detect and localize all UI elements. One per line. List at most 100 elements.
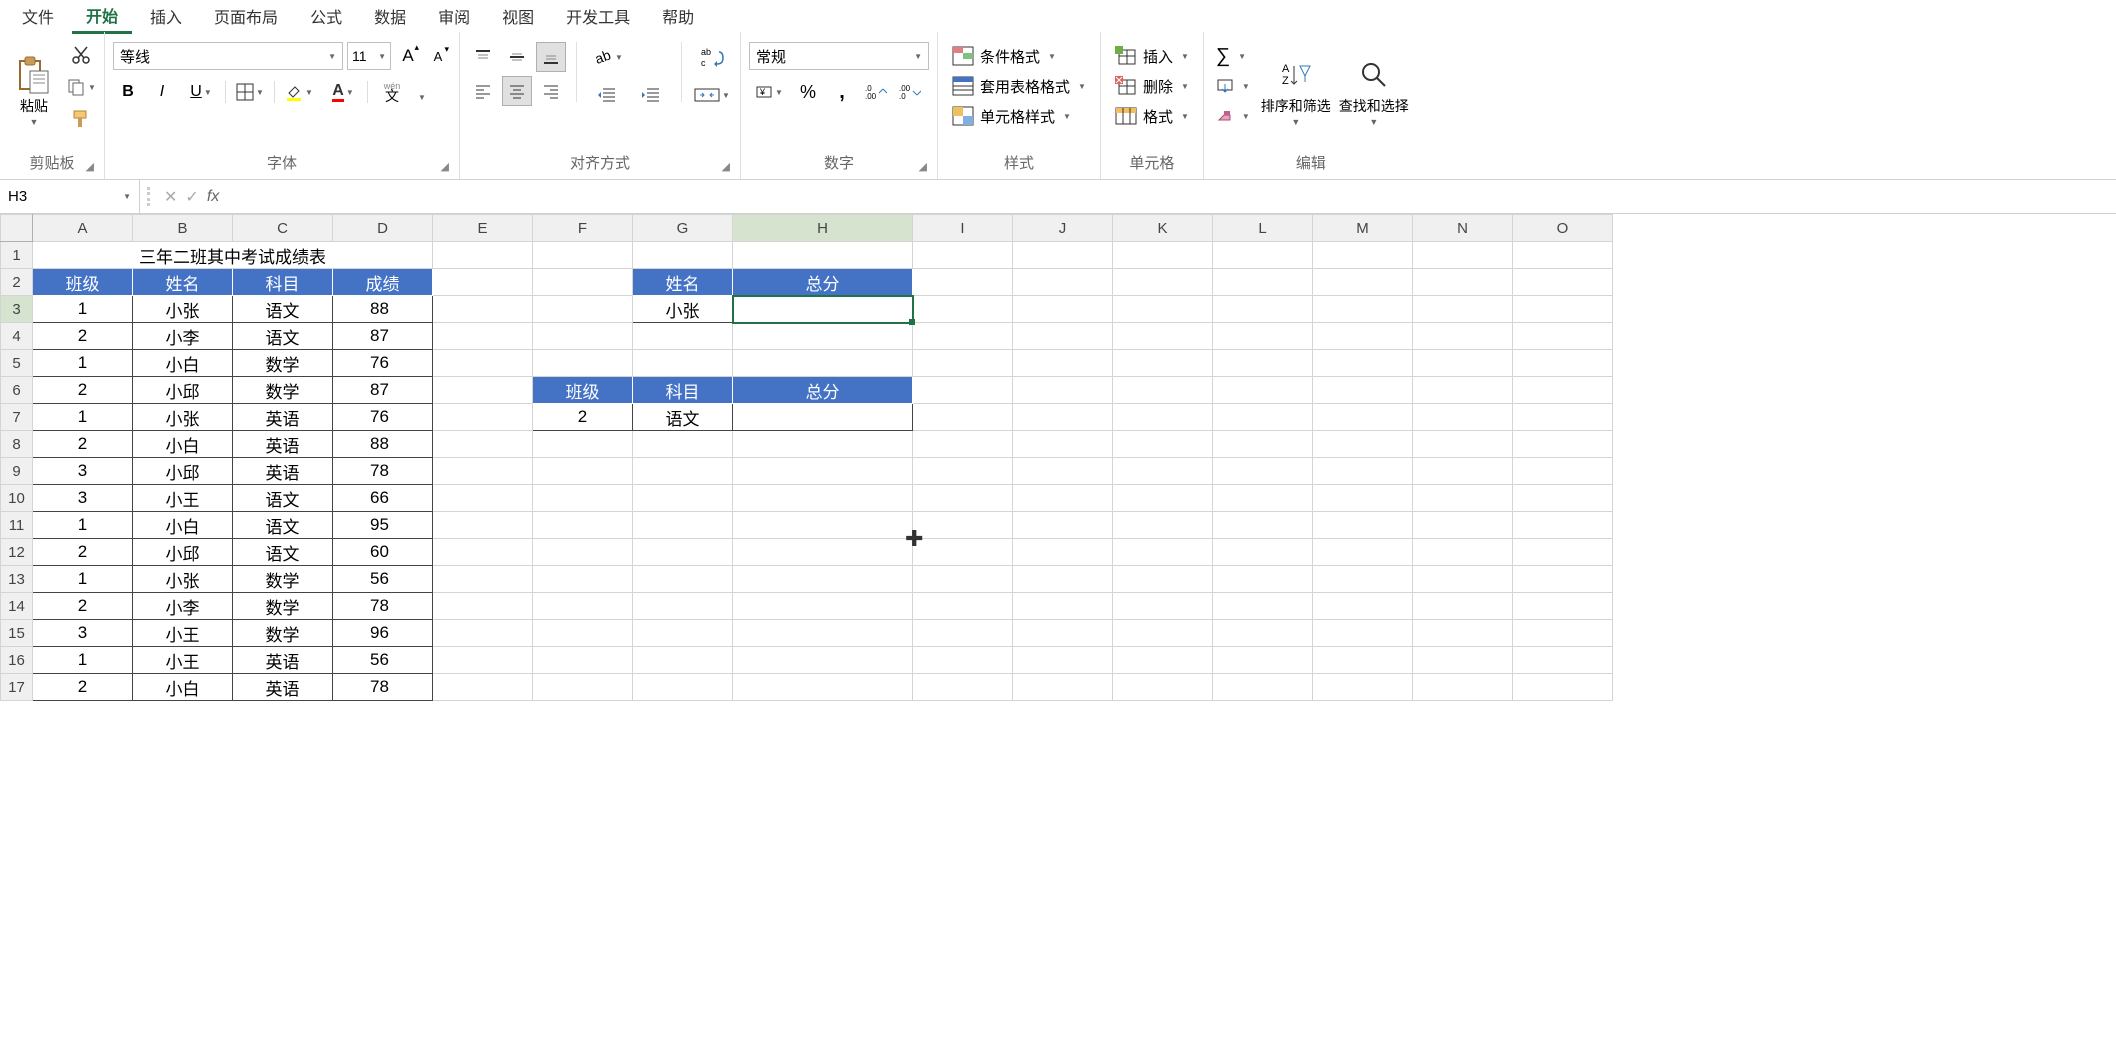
align-bottom-button[interactable]	[536, 42, 566, 72]
cell-D9[interactable]: 78	[333, 458, 433, 485]
cell-C4[interactable]: 语文	[233, 323, 333, 350]
cell-M4[interactable]	[1313, 323, 1413, 350]
cell-C5[interactable]: 数学	[233, 350, 333, 377]
cell-A5[interactable]: 1	[33, 350, 133, 377]
underline-button[interactable]: U▼	[181, 78, 221, 106]
col-header-O[interactable]: O	[1513, 215, 1613, 242]
cell-A7[interactable]: 1	[33, 404, 133, 431]
cell-M1[interactable]	[1313, 242, 1413, 269]
cell-O15[interactable]	[1513, 620, 1613, 647]
col-header-A[interactable]: A	[33, 215, 133, 242]
cell-M15[interactable]	[1313, 620, 1413, 647]
cell-I1[interactable]	[913, 242, 1013, 269]
cell-G8[interactable]	[633, 431, 733, 458]
menu-item-2[interactable]: 插入	[136, 0, 196, 32]
fill-button[interactable]: ▼	[1212, 72, 1254, 100]
menu-item-3[interactable]: 页面布局	[200, 0, 292, 32]
cell-J9[interactable]	[1013, 458, 1113, 485]
cell-F15[interactable]	[533, 620, 633, 647]
row-header-13[interactable]: 13	[1, 566, 33, 593]
cell-E9[interactable]	[433, 458, 533, 485]
cell-J16[interactable]	[1013, 647, 1113, 674]
cell-H11[interactable]	[733, 512, 913, 539]
cell-I13[interactable]	[913, 566, 1013, 593]
cell-D8[interactable]: 88	[333, 431, 433, 458]
col-header-C[interactable]: C	[233, 215, 333, 242]
cell-L4[interactable]	[1213, 323, 1313, 350]
cell-E11[interactable]	[433, 512, 533, 539]
merge-center-button[interactable]: ▼	[692, 80, 732, 110]
cell-E17[interactable]	[433, 674, 533, 701]
col-header-J[interactable]: J	[1013, 215, 1113, 242]
cell-C17[interactable]: 英语	[233, 674, 333, 701]
cell-L1[interactable]	[1213, 242, 1313, 269]
cell-L5[interactable]	[1213, 350, 1313, 377]
comma-button[interactable]: ,	[827, 78, 857, 106]
align-right-button[interactable]	[536, 76, 566, 106]
cell-G3[interactable]: 小张	[633, 296, 733, 323]
increase-indent-button[interactable]	[631, 80, 671, 110]
cell-K17[interactable]	[1113, 674, 1213, 701]
row-header-1[interactable]: 1	[1, 242, 33, 269]
cell-K12[interactable]	[1113, 539, 1213, 566]
cell-N4[interactable]	[1413, 323, 1513, 350]
italic-button[interactable]: I	[147, 78, 177, 106]
cell-H5[interactable]	[733, 350, 913, 377]
cell-I4[interactable]	[913, 323, 1013, 350]
cell-C16[interactable]: 英语	[233, 647, 333, 674]
wrap-text-button[interactable]: abc	[692, 42, 732, 72]
col-header-N[interactable]: N	[1413, 215, 1513, 242]
cell-G6[interactable]: 科目	[633, 377, 733, 404]
col-header-F[interactable]: F	[533, 215, 633, 242]
cell-H6[interactable]: 总分	[733, 377, 913, 404]
col-header-I[interactable]: I	[913, 215, 1013, 242]
cell-C3[interactable]: 语文	[233, 296, 333, 323]
align-left-button[interactable]	[468, 76, 498, 106]
cell-I5[interactable]	[913, 350, 1013, 377]
cell-N10[interactable]	[1413, 485, 1513, 512]
cell-G7[interactable]: 语文	[633, 404, 733, 431]
cell-G14[interactable]	[633, 593, 733, 620]
col-header-K[interactable]: K	[1113, 215, 1213, 242]
cell-D3[interactable]: 88	[333, 296, 433, 323]
cell-A15[interactable]: 3	[33, 620, 133, 647]
cell-C7[interactable]: 英语	[233, 404, 333, 431]
cell-D17[interactable]: 78	[333, 674, 433, 701]
orientation-button[interactable]: ab▼	[587, 42, 627, 72]
cell-J2[interactable]	[1013, 269, 1113, 296]
cell-J12[interactable]	[1013, 539, 1113, 566]
cell-E5[interactable]	[433, 350, 533, 377]
cell-B17[interactable]: 小白	[133, 674, 233, 701]
font-name-select[interactable]: 等线▼	[113, 42, 343, 70]
cell-H4[interactable]	[733, 323, 913, 350]
cell-B7[interactable]: 小张	[133, 404, 233, 431]
cell-H15[interactable]	[733, 620, 913, 647]
cell-K13[interactable]	[1113, 566, 1213, 593]
cell-C8[interactable]: 英语	[233, 431, 333, 458]
cell-J1[interactable]	[1013, 242, 1113, 269]
font-launcher-icon[interactable]: ◢	[441, 160, 449, 173]
cell-L11[interactable]	[1213, 512, 1313, 539]
cell-styles-button[interactable]: 单元格样式▼	[946, 102, 1092, 130]
cell-H9[interactable]	[733, 458, 913, 485]
cell-D5[interactable]: 76	[333, 350, 433, 377]
cell-G1[interactable]	[633, 242, 733, 269]
cell-H14[interactable]	[733, 593, 913, 620]
cell-N14[interactable]	[1413, 593, 1513, 620]
cell-G15[interactable]	[633, 620, 733, 647]
cell-A1[interactable]: 三年二班其中考试成绩表	[33, 242, 433, 269]
cell-J3[interactable]	[1013, 296, 1113, 323]
cell-L16[interactable]	[1213, 647, 1313, 674]
table-format-button[interactable]: 套用表格格式▼	[946, 72, 1092, 100]
cell-E14[interactable]	[433, 593, 533, 620]
cell-B5[interactable]: 小白	[133, 350, 233, 377]
cell-L17[interactable]	[1213, 674, 1313, 701]
cell-O13[interactable]	[1513, 566, 1613, 593]
menu-item-6[interactable]: 审阅	[424, 0, 484, 32]
cell-H7[interactable]	[733, 404, 913, 431]
cell-K15[interactable]	[1113, 620, 1213, 647]
cell-H12[interactable]	[733, 539, 913, 566]
align-top-button[interactable]	[468, 42, 498, 72]
cell-N6[interactable]	[1413, 377, 1513, 404]
cell-B16[interactable]: 小王	[133, 647, 233, 674]
